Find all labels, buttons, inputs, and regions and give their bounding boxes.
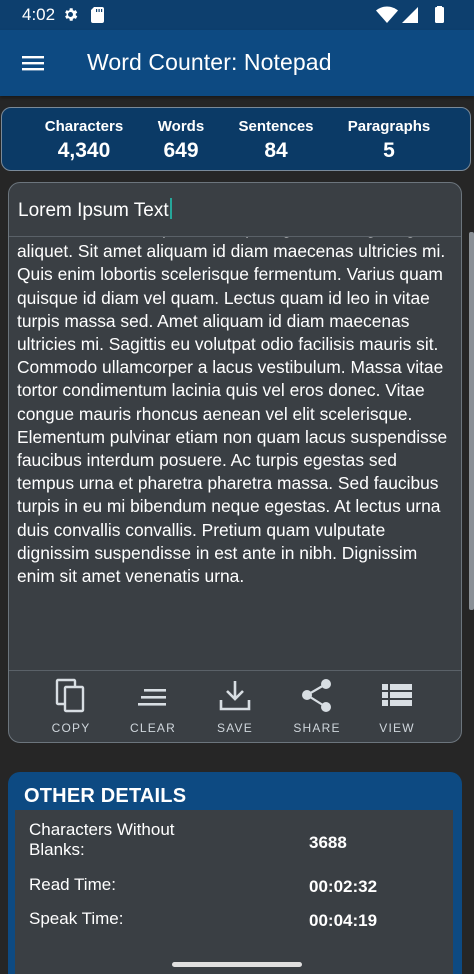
chars-without-blanks-value: 3688: [309, 833, 347, 852]
chars-without-blanks-label: Characters Without Blanks:: [29, 820, 175, 859]
save-label: SAVE: [217, 721, 253, 735]
share-label: SHARE: [293, 721, 341, 735]
clear-label: CLEAR: [129, 721, 176, 735]
stat-sentences-label: Sentences: [238, 118, 314, 135]
app-title: Word Counter: Notepad: [87, 49, 332, 75]
copy-label: COPY: [51, 721, 91, 735]
save-button[interactable]: SAVE: [195, 671, 275, 741]
action-bar: COPY CLEAR SAVE SHARE VIEW: [9, 671, 461, 742]
body-text[interactable]: sit amet mauris vulputate. Turpis egesta…: [17, 237, 457, 588]
list-view-icon: [382, 684, 412, 706]
other-details-card: OTHER DETAILS Characters Without Blanks:…: [8, 772, 462, 974]
other-details-panel: Characters Without Blanks: 3688 Read Tim…: [15, 810, 453, 974]
stat-paragraphs-value: 5: [383, 139, 395, 162]
editor-card: Lorem Ipsum Text sit amet mauris vulputa…: [8, 182, 462, 743]
view-button[interactable]: VIEW: [357, 671, 437, 741]
body-textarea[interactable]: sit amet mauris vulputate. Turpis egesta…: [9, 237, 461, 670]
status-right-icons: [376, 6, 444, 23]
share-icon: [302, 679, 331, 712]
status-bar: 4:02: [0, 0, 474, 30]
stat-paragraphs-label: Paragraphs: [347, 118, 431, 135]
status-time: 4:02: [22, 5, 56, 24]
speak-time-label: Speak Time:: [29, 909, 124, 928]
text-cursor: [169, 198, 172, 219]
stats-card: Characters 4,340 Words 649 Sentences 84 …: [1, 107, 471, 171]
clear-icon: [138, 689, 166, 706]
copy-button[interactable]: COPY: [31, 671, 111, 741]
battery-icon: [435, 7, 444, 23]
gear-icon: [65, 8, 78, 21]
sd-card-icon: [91, 7, 104, 23]
other-details-title: OTHER DETAILS: [24, 785, 187, 807]
title-input-text[interactable]: Lorem Ipsum Text: [18, 198, 172, 222]
read-time-value: 00:02:32: [309, 877, 378, 896]
title-input[interactable]: Lorem Ipsum Text: [9, 183, 461, 237]
clear-button[interactable]: CLEAR: [113, 671, 193, 741]
copy-icon: [55, 678, 85, 713]
scrollbar[interactable]: [469, 232, 474, 610]
view-label: VIEW: [379, 721, 415, 735]
app-bar: Word Counter: Notepad: [0, 30, 474, 96]
gesture-nav-handle[interactable]: [172, 962, 302, 967]
hamburger-menu-icon[interactable]: [16, 47, 50, 79]
stat-sentences-value: 84: [264, 139, 288, 162]
speak-time-value: 00:04:19: [309, 911, 378, 930]
read-time-label: Read Time:: [29, 875, 116, 894]
download-icon: [219, 681, 251, 711]
share-button[interactable]: SHARE: [277, 671, 357, 741]
signal-icon: [402, 7, 418, 23]
wifi-icon: [376, 6, 398, 23]
